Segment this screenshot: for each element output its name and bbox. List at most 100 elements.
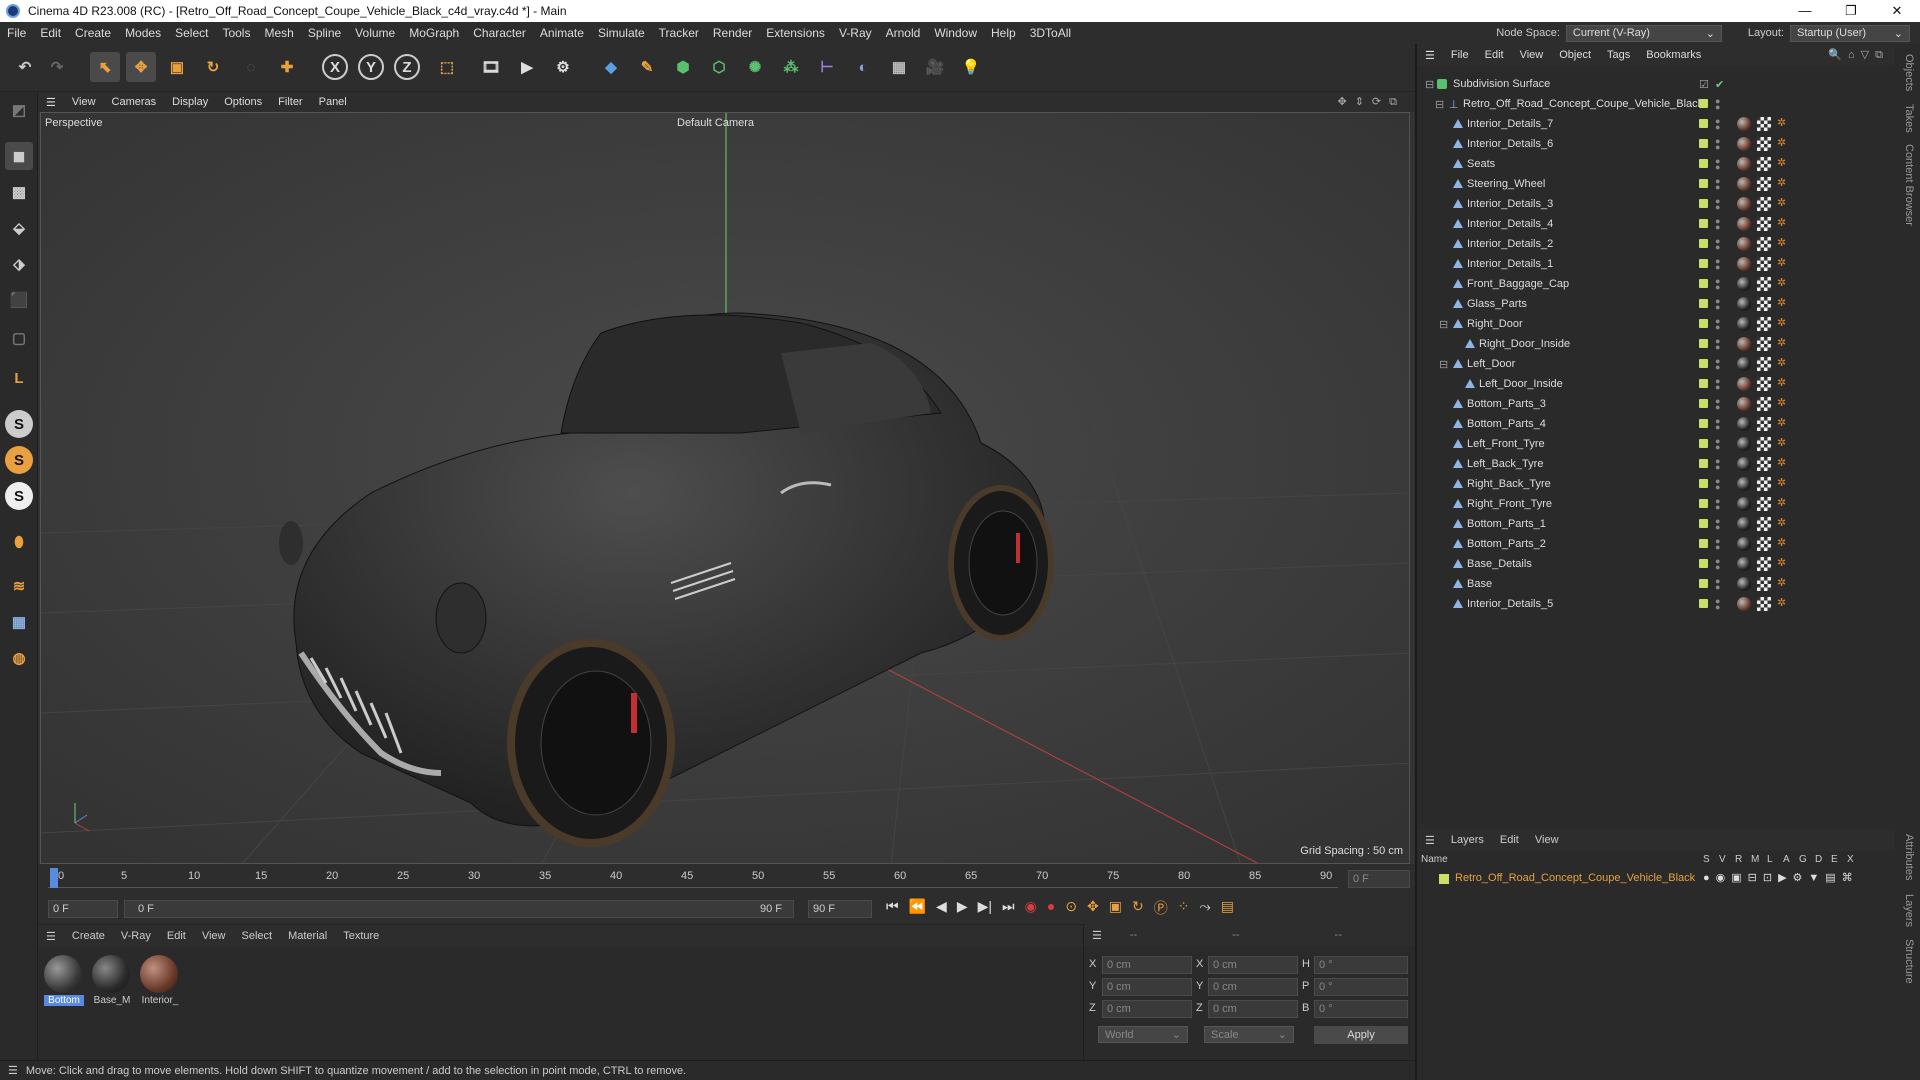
position-x-field[interactable]: 0 cm <box>1102 956 1192 974</box>
uvw-tag-icon[interactable] <box>1757 537 1771 551</box>
light-icon[interactable]: 💡 <box>956 52 986 82</box>
uvw-tag-icon[interactable] <box>1757 497 1771 511</box>
uvw-tag-icon[interactable] <box>1757 577 1771 591</box>
expand-icon[interactable]: ⊟ <box>1435 98 1444 111</box>
visibility-dots-icon[interactable]: ● ● <box>1715 177 1720 192</box>
material-tag-icon[interactable] <box>1737 257 1751 271</box>
uvw-tag-icon[interactable] <box>1757 237 1771 251</box>
object-row[interactable]: Base_Details ● ● ✲ <box>1417 554 1895 574</box>
menu-mesh[interactable]: Mesh <box>257 26 300 40</box>
layer-color-swatch[interactable] <box>1699 499 1708 508</box>
material-tag-icon[interactable] <box>1737 197 1751 211</box>
floor-icon[interactable]: ▦ <box>884 52 914 82</box>
mat-menu-texture[interactable]: Texture <box>335 930 387 942</box>
layer-color-swatch[interactable] <box>1699 219 1708 228</box>
3d-viewport[interactable]: Perspective Default Camera Grid Spacing … <box>40 112 1410 864</box>
vray-tag-icon[interactable]: ✲ <box>1777 377 1789 389</box>
undo-icon[interactable]: ↶ <box>10 52 40 82</box>
obj-menu-view[interactable]: View <box>1512 49 1552 61</box>
visibility-dots-icon[interactable]: ● ● <box>1715 237 1720 252</box>
expand-icon[interactable]: ⊟ <box>1425 78 1434 91</box>
y-axis-icon[interactable]: Y <box>358 54 384 80</box>
hamburger-icon[interactable]: ☰ <box>0 1064 26 1077</box>
material-tag-icon[interactable] <box>1737 577 1751 591</box>
menu-file[interactable]: File <box>0 26 33 40</box>
rotation-b-field[interactable]: 0 ° <box>1314 1000 1408 1018</box>
uvw-tag-icon[interactable] <box>1757 597 1771 611</box>
end-frame-field[interactable]: 90 F <box>808 900 872 918</box>
vray-tag-icon[interactable]: ✲ <box>1777 337 1789 349</box>
object-row[interactable]: Interior_Details_6 ● ● ✲ <box>1417 134 1895 154</box>
motion-system-icon[interactable]: ⤳ <box>1199 898 1210 918</box>
menu-render[interactable]: Render <box>706 26 759 40</box>
obj-menu-object[interactable]: Object <box>1551 49 1599 61</box>
prev-frame-icon[interactable]: ◀ <box>936 898 947 918</box>
object-row[interactable]: Interior_Details_2 ● ● ✲ <box>1417 234 1895 254</box>
layer-color-swatch[interactable] <box>1699 399 1708 408</box>
layer-color-swatch[interactable] <box>1699 339 1708 348</box>
material-tag-icon[interactable] <box>1737 237 1751 251</box>
viewport-menu-panel[interactable]: Panel <box>311 96 355 108</box>
vray-tag-icon[interactable]: ✲ <box>1777 117 1789 129</box>
material-tag-icon[interactable] <box>1737 557 1751 571</box>
uvw-tag-icon[interactable] <box>1757 217 1771 231</box>
uvw-tag-icon[interactable] <box>1757 277 1771 291</box>
vray-tag-icon[interactable]: ✲ <box>1777 237 1789 249</box>
material-tag-icon[interactable] <box>1737 517 1751 531</box>
uvw-tag-icon[interactable] <box>1757 417 1771 431</box>
menu-help[interactable]: Help <box>984 26 1023 40</box>
uvw-tag-icon[interactable] <box>1757 437 1771 451</box>
cube-icon[interactable]: ◆ <box>596 52 626 82</box>
visibility-dots-icon[interactable]: ● ● <box>1715 357 1720 372</box>
layers-menu-edit[interactable]: Edit <box>1492 834 1527 846</box>
visibility-dots-icon[interactable]: ● ● <box>1715 397 1720 412</box>
cloner-icon[interactable]: ✺ <box>740 52 770 82</box>
visibility-dots-icon[interactable]: ● ● <box>1715 457 1720 472</box>
layer-color-swatch[interactable] <box>1699 459 1708 468</box>
layer-color-swatch[interactable] <box>1699 259 1708 268</box>
material-tag-icon[interactable] <box>1737 497 1751 511</box>
vray-tag-icon[interactable]: ✲ <box>1777 277 1789 289</box>
menu-modes[interactable]: Modes <box>118 26 168 40</box>
viewport-menu-cameras[interactable]: Cameras <box>104 96 165 108</box>
redo-icon[interactable]: ↷ <box>42 52 72 82</box>
object-row[interactable]: Interior_Details_7 ● ● ✲ <box>1417 114 1895 134</box>
vray-tag-icon[interactable]: ✲ <box>1777 457 1789 469</box>
uvw-tag-icon[interactable] <box>1757 457 1771 471</box>
uvw-tag-icon[interactable] <box>1757 477 1771 491</box>
uvw-tag-icon[interactable] <box>1757 557 1771 571</box>
next-frame-icon[interactable]: ▶| <box>978 898 992 918</box>
visibility-dots-icon[interactable]: ● ● <box>1715 297 1720 312</box>
object-row[interactable]: Right_Front_Tyre ● ● ✲ <box>1417 494 1895 514</box>
key-param-icon[interactable]: Ⓟ <box>1154 898 1168 918</box>
render-picture-viewer-icon[interactable]: ▶ <box>512 52 542 82</box>
object-row[interactable]: Left_Front_Tyre ● ● ✲ <box>1417 434 1895 454</box>
x-axis-icon[interactable]: X <box>322 54 348 80</box>
layer-color-swatch[interactable] <box>1699 159 1708 168</box>
size-y-field[interactable]: 0 cm <box>1208 978 1298 996</box>
edge-mode-icon[interactable]: ⬗ <box>5 250 33 278</box>
timeline-window-icon[interactable]: ▤ <box>1221 898 1234 918</box>
viewport-menu-view[interactable]: View <box>64 96 104 108</box>
hamburger-icon[interactable]: ☰ <box>1084 929 1110 942</box>
uvw-tag-icon[interactable] <box>1757 257 1771 271</box>
apply-button[interactable]: Apply <box>1314 1026 1408 1044</box>
material-tag-icon[interactable] <box>1737 177 1751 191</box>
layer-color-swatch[interactable] <box>1699 599 1708 608</box>
layer-color-swatch[interactable] <box>1699 139 1708 148</box>
mat-menu-select[interactable]: Select <box>234 930 281 942</box>
locked-workplane-icon[interactable]: ◍ <box>5 644 33 672</box>
key-rotate-icon[interactable]: ↻ <box>1132 898 1144 918</box>
vray-tag-icon[interactable]: ✲ <box>1777 497 1789 509</box>
material-tag-icon[interactable] <box>1737 297 1751 311</box>
visibility-dots-icon[interactable]: ● ● <box>1715 377 1720 392</box>
vray-tag-icon[interactable]: ✲ <box>1777 437 1789 449</box>
menu-animate[interactable]: Animate <box>533 26 591 40</box>
axis-mode-icon[interactable]: L <box>5 364 33 392</box>
material-tag-icon[interactable] <box>1737 317 1751 331</box>
rotation-p-field[interactable]: 0 ° <box>1314 978 1408 996</box>
start-frame-field[interactable]: 0 F <box>48 900 118 918</box>
autokey-icon[interactable]: ● <box>1047 898 1055 918</box>
layer-color-swatch[interactable] <box>1699 119 1708 128</box>
deformer-icon[interactable]: ⊢ <box>812 52 842 82</box>
